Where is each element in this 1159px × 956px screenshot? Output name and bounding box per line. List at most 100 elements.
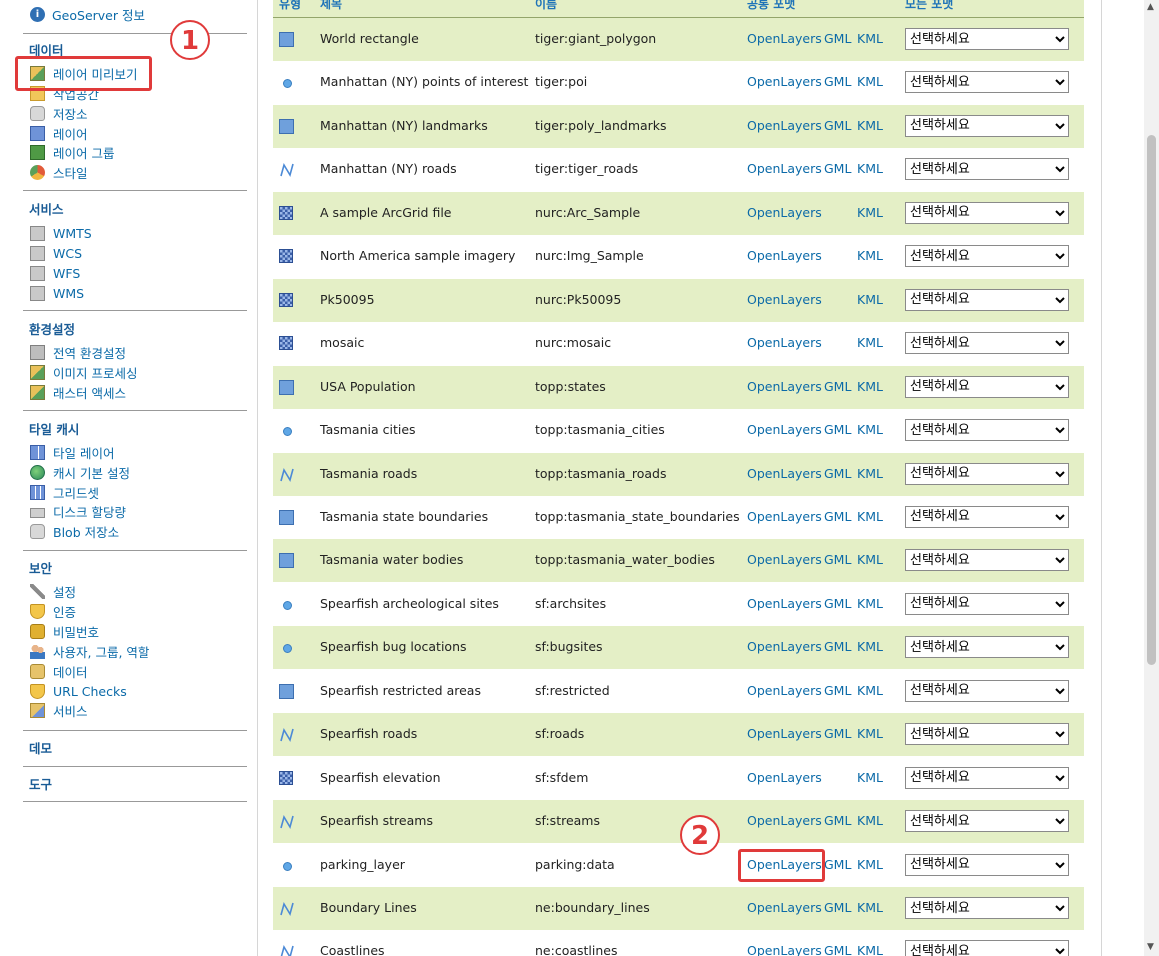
kml-link[interactable]: KML xyxy=(857,813,883,828)
all-formats-select[interactable]: 선택하세요 xyxy=(905,375,1069,398)
all-formats-select[interactable]: 선택하세요 xyxy=(905,158,1069,181)
sidebar-item-raster-access[interactable]: 래스터 액세스 xyxy=(30,383,126,401)
all-formats-select[interactable]: 선택하세요 xyxy=(905,114,1069,137)
openlayers-link[interactable]: OpenLayers xyxy=(747,379,822,394)
sidebar-item-blob-stores[interactable]: Blob 저장소 xyxy=(30,522,119,540)
openlayers-link[interactable]: OpenLayers xyxy=(747,726,822,741)
sidebar-item-gridsets[interactable]: 그리드셋 xyxy=(30,483,99,501)
all-formats-select[interactable]: 선택하세요 xyxy=(905,897,1069,919)
openlayers-link[interactable]: OpenLayers xyxy=(747,31,822,46)
kml-link[interactable]: KML xyxy=(857,857,883,872)
openlayers-link[interactable]: OpenLayers xyxy=(747,509,822,524)
styles-link[interactable]: 스타일 xyxy=(53,163,88,182)
layer-groups-link[interactable]: 레이어 그룹 xyxy=(53,143,114,162)
wfs-link[interactable]: WFS xyxy=(53,266,80,281)
sidebar-item-stores[interactable]: 저장소 xyxy=(30,104,88,122)
all-formats-select[interactable]: 선택하세요 xyxy=(905,201,1069,224)
image-processing-link[interactable]: 이미지 프로세싱 xyxy=(53,363,137,382)
sidebar-item-data-security[interactable]: 데이터 xyxy=(30,662,88,680)
all-formats-select[interactable]: 선택하세요 xyxy=(905,940,1069,956)
all-formats-select[interactable]: 선택하세요 xyxy=(905,723,1069,746)
openlayers-link[interactable]: OpenLayers xyxy=(747,205,822,220)
openlayers-link[interactable]: OpenLayers xyxy=(747,248,822,263)
wcs-link[interactable]: WCS xyxy=(53,246,82,261)
openlayers-link[interactable]: OpenLayers xyxy=(747,943,822,956)
sidebar-item-service-security[interactable]: 서비스 xyxy=(30,701,88,719)
kml-link[interactable]: KML xyxy=(857,31,883,46)
gml-link[interactable]: GML xyxy=(824,726,851,741)
gml-link[interactable]: GML xyxy=(824,118,851,133)
url-checks-link[interactable]: URL Checks xyxy=(53,684,127,699)
kml-link[interactable]: KML xyxy=(857,161,883,176)
tile-layers-link[interactable]: 타일 레이어 xyxy=(53,443,114,462)
sidebar-item-styles[interactable]: 스타일 xyxy=(30,163,88,181)
all-formats-select[interactable]: 선택하세요 xyxy=(905,245,1069,268)
gml-link[interactable]: GML xyxy=(824,422,851,437)
kml-link[interactable]: KML xyxy=(857,248,883,263)
all-formats-select[interactable]: 선택하세요 xyxy=(905,853,1069,876)
section-heading-tools[interactable]: 도구 xyxy=(29,774,52,793)
openlayers-link[interactable]: OpenLayers xyxy=(747,596,822,611)
kml-link[interactable]: KML xyxy=(857,726,883,741)
kml-link[interactable]: KML xyxy=(857,596,883,611)
sidebar-item-wfs[interactable]: WFS xyxy=(30,264,80,282)
all-formats-select[interactable]: 선택하세요 xyxy=(905,288,1069,311)
sidebar-item-image-processing[interactable]: 이미지 프로세싱 xyxy=(30,363,137,381)
gml-link[interactable]: GML xyxy=(824,596,851,611)
authentication-link[interactable]: 인증 xyxy=(53,602,76,621)
gml-link[interactable]: GML xyxy=(824,813,851,828)
kml-link[interactable]: KML xyxy=(857,552,883,567)
service-security-link[interactable]: 서비스 xyxy=(53,701,88,720)
gml-link[interactable]: GML xyxy=(824,31,851,46)
kml-link[interactable]: KML xyxy=(857,422,883,437)
sidebar-item-tile-layers[interactable]: 타일 레이어 xyxy=(30,443,114,461)
kml-link[interactable]: KML xyxy=(857,683,883,698)
gml-link[interactable]: GML xyxy=(824,379,851,394)
openlayers-link[interactable]: OpenLayers xyxy=(747,422,822,437)
security-settings-link[interactable]: 설정 xyxy=(53,582,76,601)
gml-link[interactable]: GML xyxy=(824,74,851,89)
sidebar-item-authentication[interactable]: 인증 xyxy=(30,602,76,620)
sidebar-item-cache-defaults[interactable]: 캐시 기본 설정 xyxy=(30,463,130,481)
raster-access-link[interactable]: 래스터 액세스 xyxy=(53,383,126,402)
all-formats-select[interactable]: 선택하세요 xyxy=(905,549,1069,572)
vertical-scrollbar[interactable]: ▲ ▼ xyxy=(1144,0,1159,956)
gml-link[interactable]: GML xyxy=(824,857,851,872)
kml-link[interactable]: KML xyxy=(857,335,883,350)
openlayers-link[interactable]: OpenLayers xyxy=(747,900,822,915)
blob-stores-link[interactable]: Blob 저장소 xyxy=(53,522,119,541)
all-formats-select[interactable]: 선택하세요 xyxy=(905,636,1069,659)
all-formats-select[interactable]: 선택하세요 xyxy=(905,810,1069,833)
gml-link[interactable]: GML xyxy=(824,639,851,654)
global-settings-link[interactable]: 전역 환경설정 xyxy=(53,343,126,362)
gml-link[interactable]: GML xyxy=(824,552,851,567)
sidebar-item-security-settings[interactable]: 설정 xyxy=(30,582,76,600)
openlayers-link[interactable]: OpenLayers xyxy=(747,74,822,89)
gml-link[interactable]: GML xyxy=(824,466,851,481)
openlayers-link[interactable]: OpenLayers xyxy=(747,118,822,133)
gml-link[interactable]: GML xyxy=(824,509,851,524)
data-security-link[interactable]: 데이터 xyxy=(53,662,88,681)
disk-quota-link[interactable]: 디스크 할당량 xyxy=(53,502,126,521)
users-groups-roles-link[interactable]: 사용자, 그룹, 역할 xyxy=(53,642,149,661)
sidebar-item-layer-groups[interactable]: 레이어 그룹 xyxy=(30,143,114,161)
gridsets-link[interactable]: 그리드셋 xyxy=(53,483,99,502)
about-item[interactable]: i GeoServer 정보 xyxy=(30,5,145,23)
openlayers-link[interactable]: OpenLayers xyxy=(747,552,822,567)
openlayers-link[interactable]: OpenLayers xyxy=(747,813,822,828)
kml-link[interactable]: KML xyxy=(857,466,883,481)
sidebar-item-url-checks[interactable]: URL Checks xyxy=(30,682,127,700)
gml-link[interactable]: GML xyxy=(824,900,851,915)
kml-link[interactable]: KML xyxy=(857,943,883,956)
openlayers-link[interactable]: OpenLayers xyxy=(747,466,822,481)
kml-link[interactable]: KML xyxy=(857,205,883,220)
stores-link[interactable]: 저장소 xyxy=(53,104,88,123)
kml-link[interactable]: KML xyxy=(857,639,883,654)
all-formats-select[interactable]: 선택하세요 xyxy=(905,679,1069,702)
all-formats-select[interactable]: 선택하세요 xyxy=(905,332,1069,355)
sidebar-item-wcs[interactable]: WCS xyxy=(30,244,82,262)
sidebar-item-users-groups-roles[interactable]: 사용자, 그룹, 역할 xyxy=(30,642,149,660)
gml-link[interactable]: GML xyxy=(824,161,851,176)
all-formats-select[interactable]: 선택하세요 xyxy=(905,419,1069,442)
openlayers-link[interactable]: OpenLayers xyxy=(747,683,822,698)
